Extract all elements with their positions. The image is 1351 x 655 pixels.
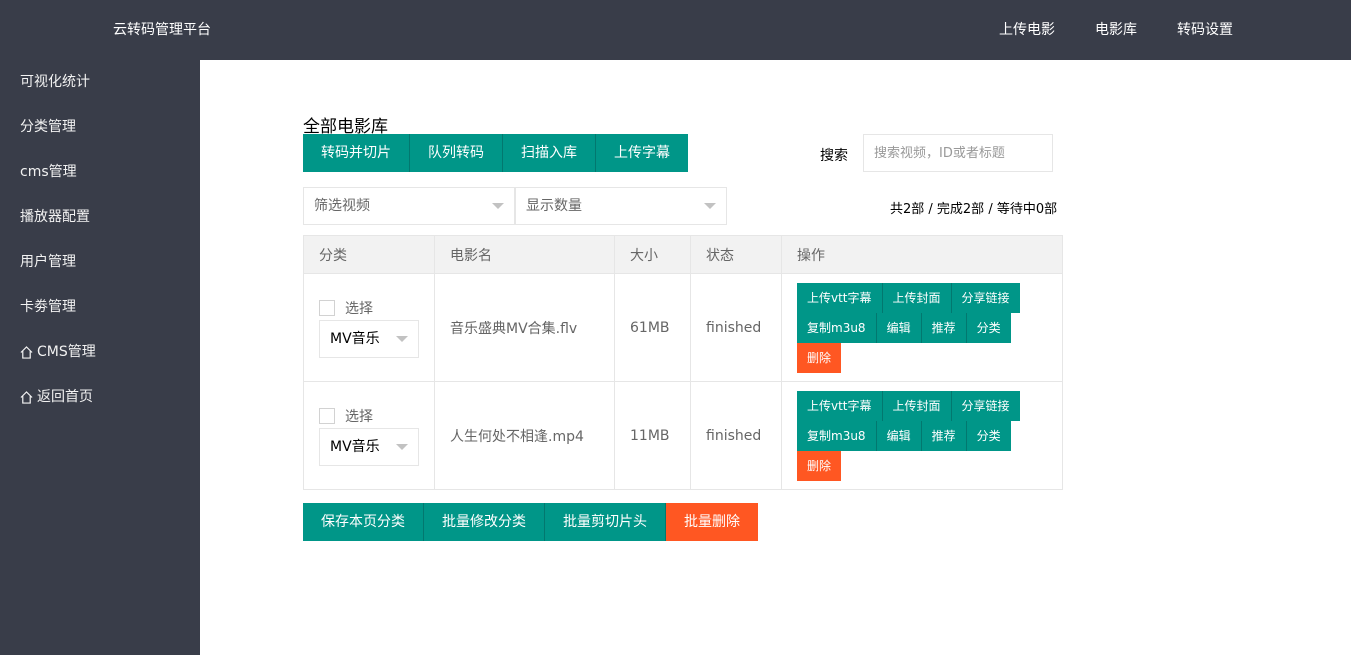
sidebar-item-users[interactable]: 用户管理 <box>0 240 200 285</box>
actions-cell: 上传vtt字幕 上传封面 分享链接 复制m3u8 编辑 推荐 分类 删除 <box>781 273 1063 382</box>
actions-cell: 上传vtt字幕 上传封面 分享链接 复制m3u8 编辑 推荐 分类 删除 <box>781 381 1063 490</box>
table-header-row: 分类 电影名 大小 状态 操作 <box>303 235 1063 274</box>
edit-button[interactable]: 编辑 <box>876 312 922 343</box>
category-value: MV音乐 <box>330 438 380 455</box>
sidebar-item-cms-admin[interactable]: CMS管理 <box>0 330 200 375</box>
share-link-button[interactable]: 分享链接 <box>951 282 1020 313</box>
sidebar-item-coupons[interactable]: 卡劵管理 <box>0 285 200 330</box>
sidebar-item-label: cms管理 <box>20 164 77 180</box>
select-checkbox[interactable]: 选择 <box>319 298 419 318</box>
sidebar-item-label: 返回首页 <box>37 389 93 405</box>
sidebar-item-stats[interactable]: 可视化统计 <box>0 60 200 105</box>
status-cell: finished <box>690 273 782 382</box>
display-count-value: 显示数量 <box>526 198 582 214</box>
select-checkbox[interactable]: 选择 <box>319 406 419 426</box>
summary-counts: 共2部 / 完成2部 / 等待中0部 <box>890 202 1058 217</box>
save-page-categories-button[interactable]: 保存本页分类 <box>303 503 424 541</box>
sidebar-item-cms[interactable]: cms管理 <box>0 150 200 195</box>
share-link-button[interactable]: 分享链接 <box>951 390 1020 421</box>
batch-edit-category-button[interactable]: 批量修改分类 <box>424 503 545 541</box>
category-cell: 选择 MV音乐 <box>303 273 435 382</box>
bottom-toolbar: 保存本页分类 批量修改分类 批量剪切片头 批量删除 <box>303 503 758 541</box>
column-header-name: 电影名 <box>434 235 615 274</box>
sidebar-item-label: 用户管理 <box>20 254 76 270</box>
copy-m3u8-button[interactable]: 复制m3u8 <box>797 420 877 451</box>
delete-button[interactable]: 删除 <box>797 342 842 373</box>
checkbox-label: 选择 <box>345 408 373 425</box>
top-bar: 云转码管理平台 上传电影 电影库 转码设置 <box>0 0 1351 60</box>
category-cell: 选择 MV音乐 <box>303 381 435 490</box>
status-cell: finished <box>690 381 782 490</box>
nav-transcode-settings[interactable]: 转码设置 <box>1177 19 1233 39</box>
category-select[interactable]: MV音乐 <box>319 427 419 466</box>
nav-upload-movie[interactable]: 上传电影 <box>999 19 1055 39</box>
recommend-button[interactable]: 推荐 <box>921 420 967 451</box>
search-label: 搜索 <box>820 148 848 164</box>
sidebar-item-label: 分类管理 <box>20 119 76 135</box>
filter-video-value: 筛选视频 <box>314 198 370 214</box>
main-content: 全部电影库 转码并切片 队列转码 扫描入库 上传字幕 搜索 筛选视频 显示数量 … <box>200 60 1351 655</box>
table-row: 选择 MV音乐 音乐盛典MV合集.flv 61MB finished 上传vtt… <box>303 273 1063 382</box>
table-row: 选择 MV音乐 人生何处不相逢.mp4 11MB finished 上传vtt字… <box>303 381 1063 490</box>
upload-vtt-button[interactable]: 上传vtt字幕 <box>797 390 883 421</box>
transcode-slice-button[interactable]: 转码并切片 <box>303 134 410 172</box>
recommend-button[interactable]: 推荐 <box>921 312 967 343</box>
column-header-size: 大小 <box>614 235 691 274</box>
delete-button[interactable]: 删除 <box>797 450 842 481</box>
categorize-button[interactable]: 分类 <box>966 420 1011 451</box>
sidebar-item-player[interactable]: 播放器配置 <box>0 195 200 240</box>
size-cell: 11MB <box>614 381 691 490</box>
display-count-select[interactable]: 显示数量 <box>515 187 727 225</box>
queue-transcode-button[interactable]: 队列转码 <box>410 134 503 172</box>
filter-video-select[interactable]: 筛选视频 <box>303 187 515 225</box>
batch-delete-button[interactable]: 批量删除 <box>666 503 758 541</box>
movie-table: 分类 电影名 大小 状态 操作 选择 MV音乐 音乐盛典MV合集.flv 61M… <box>303 235 1063 490</box>
category-select[interactable]: MV音乐 <box>319 319 419 358</box>
checkbox-box[interactable] <box>319 299 335 316</box>
upload-cover-button[interactable]: 上传封面 <box>882 282 952 313</box>
chevron-down-icon <box>396 443 408 450</box>
batch-trim-intro-button[interactable]: 批量剪切片头 <box>545 503 666 541</box>
home-icon <box>20 391 33 404</box>
category-value: MV音乐 <box>330 330 380 347</box>
sidebar-item-label: 卡劵管理 <box>20 299 76 315</box>
chevron-down-icon <box>396 335 408 342</box>
sidebar-item-label: CMS管理 <box>37 344 96 360</box>
toolbar: 转码并切片 队列转码 扫描入库 上传字幕 <box>303 134 688 172</box>
nav-movie-library[interactable]: 电影库 <box>1095 19 1137 39</box>
sidebar-item-category[interactable]: 分类管理 <box>0 105 200 150</box>
brand-title: 云转码管理平台 <box>113 22 211 38</box>
column-header-actions: 操作 <box>781 235 1063 274</box>
upload-cover-button[interactable]: 上传封面 <box>882 390 952 421</box>
chevron-down-icon <box>492 203 504 209</box>
size-cell: 61MB <box>614 273 691 382</box>
sidebar-item-label: 播放器配置 <box>20 209 90 225</box>
sidebar: 可视化统计 分类管理 cms管理 播放器配置 用户管理 卡劵管理 CMS管理 返… <box>0 60 200 655</box>
column-header-category: 分类 <box>303 235 435 274</box>
movie-name-cell: 人生何处不相逢.mp4 <box>434 381 615 490</box>
sidebar-item-label: 可视化统计 <box>20 74 90 90</box>
copy-m3u8-button[interactable]: 复制m3u8 <box>797 312 877 343</box>
checkbox-label: 选择 <box>345 300 373 317</box>
scan-import-button[interactable]: 扫描入库 <box>503 134 596 172</box>
edit-button[interactable]: 编辑 <box>876 420 922 451</box>
upload-subtitle-button[interactable]: 上传字幕 <box>596 134 688 172</box>
checkbox-box[interactable] <box>319 407 335 424</box>
search-input[interactable] <box>863 134 1053 172</box>
sidebar-item-home[interactable]: 返回首页 <box>0 375 200 420</box>
movie-name-cell: 音乐盛典MV合集.flv <box>434 273 615 382</box>
home-icon <box>20 346 33 359</box>
column-header-status: 状态 <box>690 235 782 274</box>
categorize-button[interactable]: 分类 <box>966 312 1011 343</box>
upload-vtt-button[interactable]: 上传vtt字幕 <box>797 282 883 313</box>
chevron-down-icon <box>704 203 716 209</box>
